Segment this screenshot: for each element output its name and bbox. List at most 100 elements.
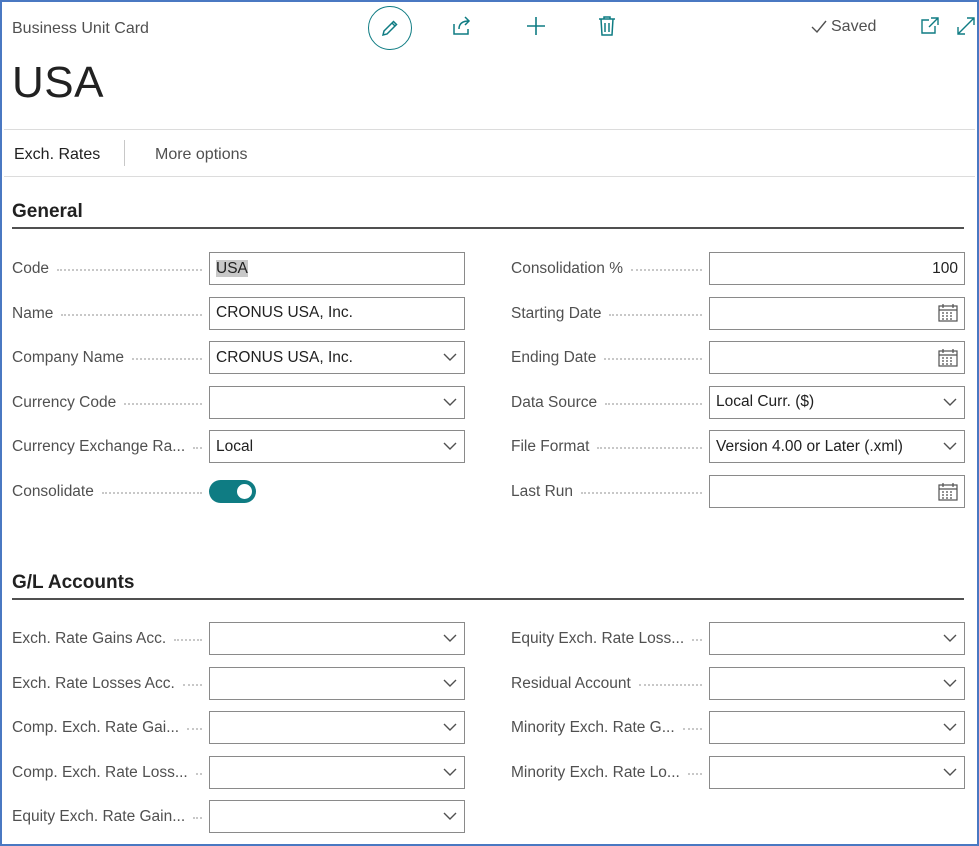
field-label-comp-exch-rate-loss: Comp. Exch. Rate Loss... <box>12 763 188 781</box>
leader-dots <box>57 269 202 271</box>
field-label-code: Code <box>12 260 50 277</box>
text-value: CRONUS USA, Inc. <box>216 304 353 322</box>
date-field-last-run[interactable] <box>709 475 965 508</box>
select-equity-exch-rate-gain[interactable] <box>209 800 465 834</box>
date-field-ending-date[interactable] <box>709 341 965 375</box>
chevron-down-icon <box>443 768 457 776</box>
delete-button[interactable] <box>595 14 619 38</box>
leader-dots <box>581 492 702 494</box>
chevron-down-icon <box>943 442 957 451</box>
gl-accounts-section-title[interactable]: G/L Accounts <box>12 572 134 594</box>
leader-dots <box>687 772 702 775</box>
general-section-title[interactable]: General <box>12 201 83 223</box>
field-label-consolidation: Consolidation % <box>511 260 624 277</box>
select-comp-exch-rate-gai[interactable] <box>209 711 465 745</box>
select-data-source[interactable]: Local Curr. ($) <box>709 385 965 419</box>
leader-dots <box>61 313 202 316</box>
leader-dots <box>604 358 702 361</box>
field-label-equity-exch-rate-gain: Equity Exch. Rate Gain... <box>12 808 186 826</box>
chevron-down-icon <box>443 723 457 732</box>
select-exch-rate-gains-acc[interactable] <box>209 622 465 655</box>
select-company-name[interactable]: CRONUS USA, Inc. <box>209 341 465 375</box>
leader-dots <box>638 683 702 686</box>
leader-dots <box>101 492 202 494</box>
chevron-down-icon <box>943 768 957 776</box>
field-label-currency-code: Currency Code <box>12 393 117 411</box>
more-options-action[interactable]: More options <box>155 146 248 164</box>
leader-dots <box>631 269 702 271</box>
text-field-code[interactable]: USA <box>209 252 465 285</box>
select-equity-exch-rate-loss[interactable] <box>709 622 965 655</box>
calendar-icon[interactable] <box>938 348 958 368</box>
leader-dots <box>124 402 202 405</box>
chevron-down-icon <box>443 398 457 406</box>
leader-dots <box>193 817 202 820</box>
divider <box>4 176 975 177</box>
add-icon <box>527 17 545 35</box>
selected-text: USA <box>216 259 248 277</box>
field-label-last-run: Last Run <box>511 483 574 500</box>
saved-label: Saved <box>831 18 877 35</box>
chevron-down-icon <box>443 353 457 362</box>
toggle-consolidate[interactable] <box>209 480 256 503</box>
action-separator <box>124 140 125 166</box>
field-label-consolidate: Consolidate <box>12 483 94 500</box>
chevron-down-icon <box>943 723 957 732</box>
select-exch-rate-losses-acc[interactable] <box>209 666 465 700</box>
chevron-down-icon <box>442 809 458 825</box>
open-new-window-button[interactable] <box>918 14 942 38</box>
field-label-comp-exch-rate-gai: Comp. Exch. Rate Gai... <box>12 719 180 737</box>
chevron-down-icon <box>442 631 458 647</box>
delete-icon <box>599 16 615 36</box>
leader-dots <box>609 313 702 316</box>
select-currency-code[interactable] <box>209 385 465 419</box>
leader-dots <box>195 772 202 775</box>
select-residual-account[interactable] <box>709 666 965 700</box>
chevron-down-icon <box>942 764 958 780</box>
leader-dots <box>692 639 702 641</box>
chevron-down-icon <box>942 720 958 736</box>
chevron-down-icon <box>942 439 958 455</box>
open-in-new-window-icon <box>921 17 939 34</box>
select-file-format[interactable]: Version 4.00 or Later (.xml) <box>709 430 965 464</box>
chevron-down-icon <box>942 394 958 410</box>
field-label-residual-account: Residual Account <box>511 674 631 692</box>
chevron-down-icon <box>442 720 458 736</box>
select-comp-exch-rate-loss[interactable] <box>209 755 465 789</box>
number-field-consolidation[interactable]: 100 <box>709 252 965 285</box>
field-label-starting-date: Starting Date <box>511 304 602 322</box>
checkmark-icon <box>811 20 827 34</box>
select-minority-exch-rate-lo[interactable] <box>709 755 965 789</box>
calendar-icon[interactable] <box>938 303 958 323</box>
new-button[interactable] <box>524 14 548 38</box>
select-value: Local Curr. ($) <box>716 393 815 411</box>
divider <box>4 129 975 130</box>
field-label-file-format: File Format <box>511 438 590 456</box>
business-unit-card-window: Business Unit Card USA Saved Exch. Rates… <box>0 0 979 846</box>
calendar-icon[interactable] <box>938 482 958 502</box>
leader-dots <box>182 683 202 686</box>
expand-button[interactable] <box>954 14 978 38</box>
field-label-equity-exch-rate-loss: Equity Exch. Rate Loss... <box>511 630 685 647</box>
select-value: Local <box>216 437 254 455</box>
chevron-down-icon <box>942 675 958 691</box>
leader-dots <box>605 402 702 405</box>
toggle-knob <box>237 484 252 499</box>
share-icon <box>453 16 471 35</box>
chevron-down-icon <box>443 812 457 821</box>
calendar-icon <box>938 482 958 501</box>
select-minority-exch-rate-g[interactable] <box>709 711 965 745</box>
chevron-down-icon <box>442 675 458 691</box>
exch-rates-action[interactable]: Exch. Rates <box>14 146 100 164</box>
chevron-down-icon <box>442 350 458 366</box>
field-label-company-name: Company Name <box>12 349 124 367</box>
date-field-starting-date[interactable] <box>709 296 965 330</box>
field-label-exch-rate-losses-acc: Exch. Rate Losses Acc. <box>12 674 175 692</box>
text-field-name[interactable]: CRONUS USA, Inc. <box>209 296 465 330</box>
share-button[interactable] <box>450 14 474 38</box>
edit-button[interactable] <box>368 6 412 50</box>
number-value: 100 <box>932 259 958 277</box>
select-currency-exchange-ra[interactable]: Local <box>209 430 465 464</box>
leader-dots <box>174 639 202 641</box>
calendar-icon <box>938 304 958 322</box>
